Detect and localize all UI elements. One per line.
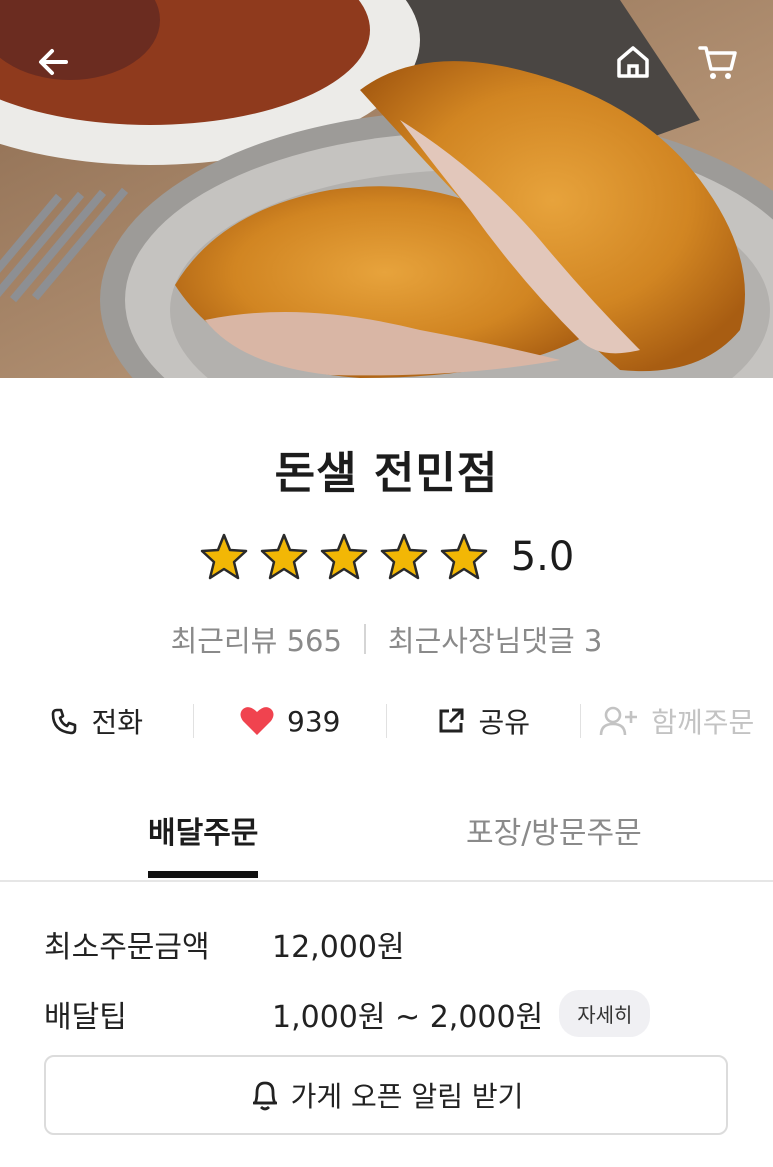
heart-icon [239,705,275,737]
favorite-button[interactable]: 939 [194,698,387,744]
share-label: 공유 [478,706,531,739]
review-summary: 최근리뷰 565 최근사장님댓글 3 [0,618,773,660]
delivery-tip-value: 1,000원 ~ 2,000원 [272,999,544,1035]
star-icon [200,533,247,580]
owner-replies-link[interactable]: 최근사장님댓글 3 [388,618,602,660]
call-label: 전화 [91,706,144,739]
store-actions: 전화 939 공유 함께주문 [0,698,773,744]
min-order-value: 12,000원 [272,930,405,965]
back-button[interactable] [29,38,77,86]
cart-button[interactable] [694,38,742,86]
delivery-tip-label: 배달팁 [44,999,127,1035]
tab-pickup[interactable]: 포장/방문주문 [466,808,642,878]
tonkatsu-photo [0,0,773,378]
min-order-row: 최소주문금액 12,000원 [44,922,405,966]
phone-icon [49,706,79,736]
group-order-label: 함께주문 [651,706,755,739]
tab-pickup-label: 포장/방문주문 [466,816,642,851]
star-rating [199,532,489,582]
divider [363,624,366,654]
group-order-button[interactable]: 함께주문 [581,698,773,744]
share-icon [436,706,466,736]
rating-row: 5.0 [0,532,773,582]
call-button[interactable]: 전화 [0,698,193,744]
open-alert-button[interactable]: 가게 오픈 알림 받기 [44,1055,728,1135]
star-icon [320,533,367,580]
order-type-tabs: 배달주문 포장/방문주문 [0,808,773,882]
bell-icon [249,1078,281,1112]
back-arrow-icon [39,49,68,75]
star-icon [380,533,427,580]
store-name: 돈샐 전민점 [274,448,499,499]
delivery-tip-row: 배달팁 1,000원 ~ 2,000원 자세히 [44,990,651,1037]
add-user-icon [599,705,639,737]
store-hero-image [0,0,773,378]
share-button[interactable]: 공유 [387,698,580,744]
home-button[interactable] [609,38,657,86]
active-tab-indicator [148,871,259,878]
tip-detail-button[interactable]: 자세히 [559,990,651,1037]
star-icon [260,533,307,580]
home-icon [617,46,649,78]
rating-value: 5.0 [510,534,575,580]
min-order-label: 최소주문금액 [44,930,210,965]
cart-icon [698,46,737,79]
star-icon [440,533,487,580]
tab-delivery-label: 배달주문 [148,816,259,851]
favorite-count: 939 [287,704,341,738]
open-alert-label: 가게 오픈 알림 받기 [290,1080,524,1113]
recent-reviews-link[interactable]: 최근리뷰 565 [171,618,342,660]
tab-delivery[interactable]: 배달주문 [148,808,259,878]
